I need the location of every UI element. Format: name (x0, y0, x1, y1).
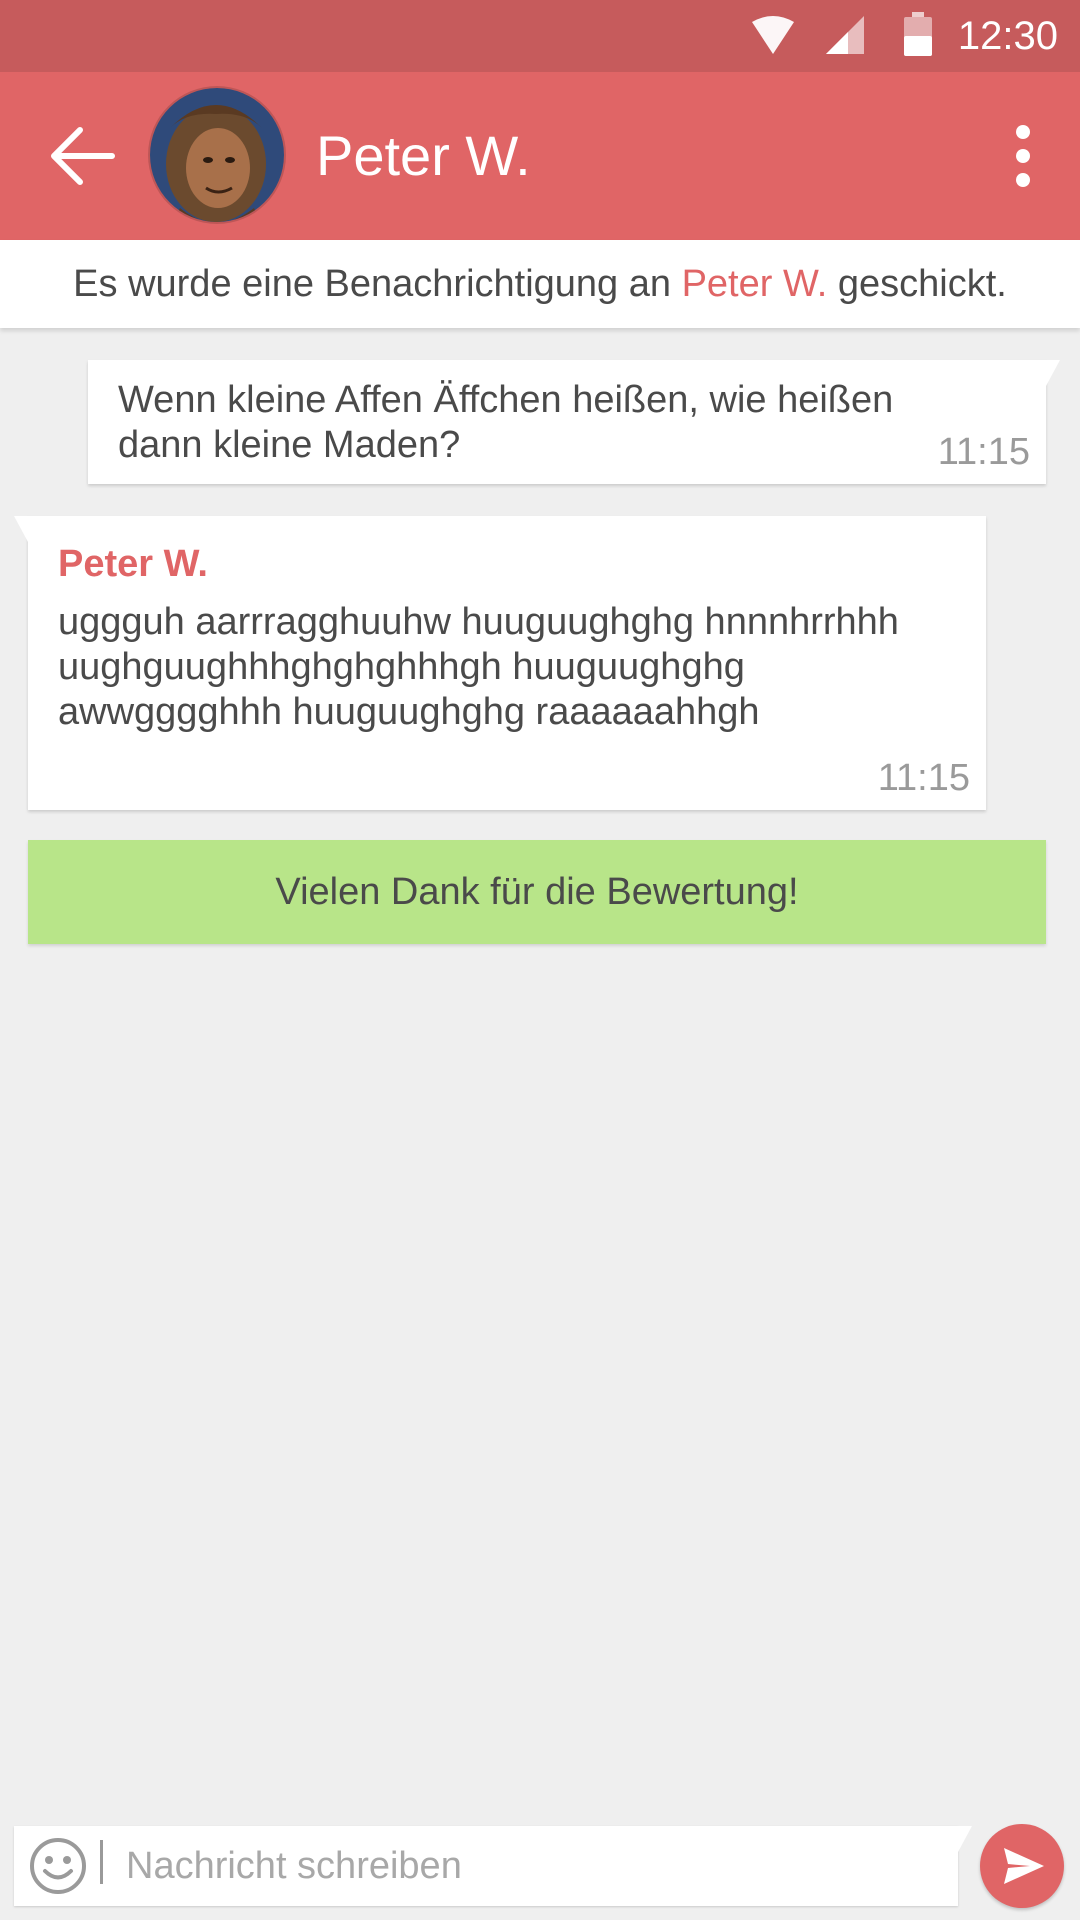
message-time: 11:15 (937, 431, 1030, 473)
avatar[interactable] (150, 88, 284, 222)
smiley-icon[interactable] (28, 1836, 88, 1896)
message-time: 11:15 (877, 757, 970, 799)
arrow-left-icon[interactable] (46, 118, 122, 194)
message-text: uggguh aarrragghuuhw huuguughghg hnnnhrr… (58, 601, 899, 733)
status-time: 12:30 (957, 14, 1058, 58)
notification-sent-notice: Es wurde eine Benachrichtigung an Peter … (0, 240, 1080, 328)
send-button[interactable] (980, 1824, 1064, 1908)
notice-suffix: geschickt. (837, 263, 1007, 305)
rating-confirmation-banner: Vielen Dank für die Bewertung! (28, 840, 1046, 944)
send-icon (1004, 1848, 1044, 1884)
sender-name: Peter W. (58, 543, 208, 585)
text-cursor (100, 1840, 103, 1884)
message-composer (14, 1826, 972, 1906)
notice-prefix: Es wurde eine Benachrichtigung an (73, 263, 672, 305)
received-message[interactable]: Peter W. uggguh aarrragghuuhw huuguughgh… (14, 516, 986, 810)
message-text: Wenn kleine Affen Äffchen heißen, wie he… (118, 379, 894, 466)
cellular-signal-icon (826, 16, 864, 54)
more-vertical-icon[interactable] (988, 114, 1058, 198)
sent-message[interactable]: Wenn kleine Affen Äffchen heißen, wie he… (88, 360, 1060, 484)
message-input[interactable] (126, 1826, 946, 1906)
wifi-icon (752, 16, 794, 54)
status-bar: 12:30 (0, 0, 1080, 72)
notice-contact-name: Peter W. (681, 263, 828, 305)
avatar-image (150, 88, 284, 222)
battery-icon (904, 12, 932, 56)
contact-name[interactable]: Peter W. (316, 122, 531, 190)
app-bar: Peter W. (0, 72, 1080, 240)
